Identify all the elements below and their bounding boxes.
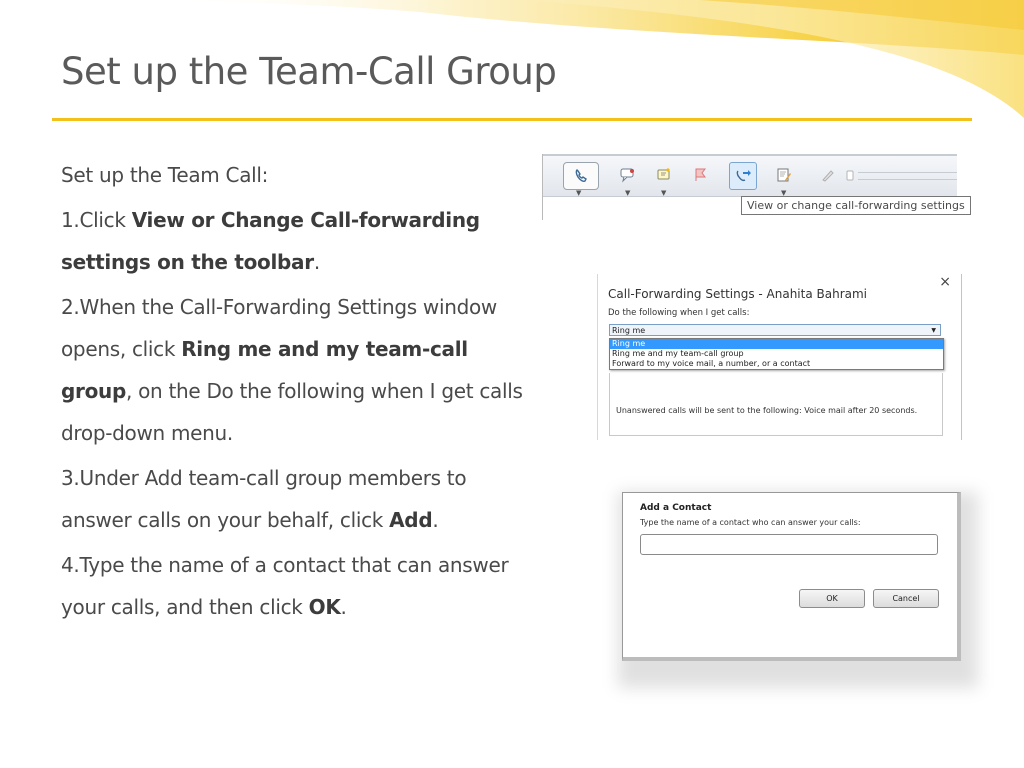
- call-forwarding-tooltip: View or change call-forwarding settings: [741, 196, 971, 215]
- title-divider: [52, 118, 972, 121]
- ok-button[interactable]: OK: [799, 589, 865, 608]
- settings-panel: [609, 373, 943, 436]
- call-forward-icon[interactable]: [729, 162, 757, 190]
- dialog-title: Add a Contact: [640, 503, 712, 513]
- step-4: 4.Type the name of a contact that can an…: [61, 553, 509, 619]
- flag-icon[interactable]: [687, 162, 713, 188]
- step-2: 2.When the Call-Forwarding Settings wind…: [61, 295, 523, 445]
- slider-icon[interactable]: [843, 162, 857, 188]
- edit-icon[interactable]: [771, 162, 797, 188]
- toolbar-screenshot: ▼ ▼ ▼ ▼ View or change call-forwarding s…: [542, 154, 971, 220]
- slide-title: Set up the Team-Call Group: [61, 50, 557, 93]
- cancel-button[interactable]: Cancel: [873, 589, 939, 608]
- im-icon[interactable]: [615, 162, 641, 188]
- dropdown-label: Do the following when I get calls:: [608, 308, 750, 318]
- toolbar: ▼ ▼ ▼ ▼: [543, 154, 957, 197]
- add-contact-dialog: Add a Contact Type the name of a contact…: [622, 492, 961, 661]
- step-1: 1.Click View or Change Call-forwarding s…: [61, 208, 480, 274]
- dialog-title: Call-Forwarding Settings - Anahita Bahra…: [608, 287, 868, 301]
- chevron-down-icon[interactable]: ▼: [625, 189, 630, 197]
- instructions: Set up the Team Call: 1.Click View or Ch…: [61, 154, 531, 631]
- close-icon[interactable]: ×: [939, 274, 951, 290]
- chevron-down-icon[interactable]: ▼: [931, 325, 936, 337]
- chevron-down-icon[interactable]: ▼: [661, 189, 666, 197]
- toolbar-slider[interactable]: [858, 172, 957, 180]
- chevron-down-icon[interactable]: ▼: [576, 189, 581, 197]
- call-action-select[interactable]: Ring me ▼: [609, 324, 941, 336]
- option-ring-me[interactable]: Ring me: [610, 339, 943, 349]
- option-ring-me-and-team[interactable]: Ring me and my team-call group: [610, 349, 943, 359]
- pen-icon[interactable]: [815, 162, 841, 188]
- call-forwarding-dialog: × Call-Forwarding Settings - Anahita Bah…: [597, 274, 962, 440]
- intro-text: Set up the Team Call:: [61, 163, 269, 187]
- step-3: 3.Under Add team-call group members to a…: [61, 466, 467, 532]
- phone-icon[interactable]: [563, 162, 599, 190]
- call-action-options: Ring me Ring me and my team-call group F…: [609, 338, 944, 370]
- note-icon[interactable]: [651, 162, 677, 188]
- option-forward[interactable]: Forward to my voice mail, a number, or a…: [610, 359, 943, 369]
- unanswered-calls-text: Unanswered calls will be sent to the fol…: [616, 406, 918, 415]
- contact-name-input[interactable]: [640, 534, 938, 555]
- contact-prompt: Type the name of a contact who can answe…: [640, 518, 861, 527]
